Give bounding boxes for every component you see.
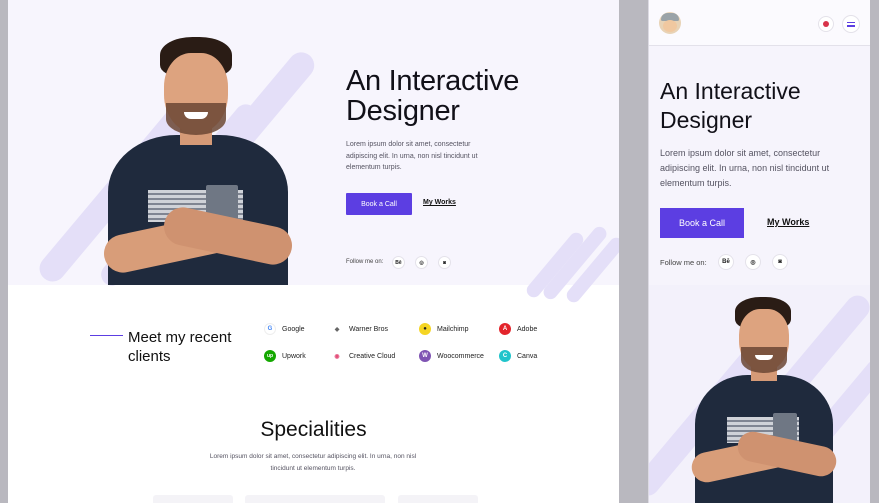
speciality-card <box>153 495 233 503</box>
client-name: Canva <box>517 352 538 360</box>
client-name: Creative Cloud <box>349 352 396 360</box>
upwork-logo: up <box>264 350 276 362</box>
specialities-title: Specialities <box>260 418 367 441</box>
client-google: G Google <box>264 323 305 335</box>
hero-title: An Interactive Designer <box>660 78 801 133</box>
google-logo: G <box>264 323 276 335</box>
book-call-button[interactable]: Book a Call <box>346 193 412 215</box>
client-warner-bros: ◆ Warner Bros <box>331 323 388 335</box>
clients-title: Meet my recent clients <box>128 329 232 365</box>
client-woocommerce: W Woocommerce <box>419 350 484 362</box>
follow-label: Follow me on: <box>346 259 384 265</box>
client-mailchimp: ● Mailchimp <box>419 323 469 335</box>
client-name: Woocommerce <box>437 352 484 360</box>
designer-portrait <box>98 35 298 285</box>
avatar[interactable] <box>659 12 681 34</box>
client-name: Upwork <box>282 352 306 360</box>
behance-icon[interactable]: Bē <box>392 256 405 269</box>
my-works-link[interactable]: My Works <box>423 199 456 206</box>
hero-section: An Interactive Designer Lorem ipsum dolo… <box>8 0 619 306</box>
behance-icon[interactable]: Bē <box>718 254 734 270</box>
client-name: Mailchimp <box>437 325 469 333</box>
language-flag-icon[interactable] <box>818 16 834 32</box>
instagram-icon[interactable]: ◙ <box>772 254 788 270</box>
instagram-icon[interactable]: ◙ <box>438 256 451 269</box>
my-works-link[interactable]: My Works <box>767 217 809 227</box>
canva-logo: C <box>499 350 511 362</box>
woocommerce-logo: W <box>419 350 431 362</box>
section-rule <box>90 335 123 336</box>
designer-portrait <box>689 295 839 503</box>
dribbble-icon[interactable]: ◎ <box>745 254 761 270</box>
desktop-preview: An Interactive Designer Lorem ipsum dolo… <box>8 0 619 503</box>
adobe-logo: A <box>499 323 511 335</box>
client-upwork: up Upwork <box>264 350 306 362</box>
client-name: Adobe <box>517 325 538 333</box>
client-name: Google <box>282 325 305 333</box>
hero-description: Lorem ipsum dolor sit amet, consectetur … <box>660 148 830 188</box>
client-name: Warner Bros <box>349 325 389 333</box>
client-creative-cloud: ◉ Creative Cloud <box>331 350 395 362</box>
creative-cloud-logo: ◉ <box>331 350 343 362</box>
warner-bros-logo: ◆ <box>331 323 343 335</box>
mobile-header <box>649 0 870 46</box>
speciality-card <box>245 495 385 503</box>
hero-title: An Interactive Designer <box>346 65 520 127</box>
follow-label: Follow me on: <box>660 258 707 267</box>
mobile-hero-image <box>649 285 870 503</box>
speciality-card <box>398 495 478 503</box>
mobile-preview: An Interactive Designer Lorem ipsum dolo… <box>648 0 870 503</box>
mailchimp-logo: ● <box>419 323 431 335</box>
client-adobe: A Adobe <box>499 323 537 335</box>
dribbble-icon[interactable]: ◎ <box>415 256 428 269</box>
client-canva: C Canva <box>499 350 537 362</box>
hero-description: Lorem ipsum dolor sit amet, consectetur … <box>346 141 478 171</box>
book-call-button[interactable]: Book a Call <box>660 208 744 238</box>
specialities-description: Lorem ipsum dolor sit amet, consectetur … <box>209 453 417 472</box>
hamburger-menu-icon[interactable] <box>842 15 860 33</box>
